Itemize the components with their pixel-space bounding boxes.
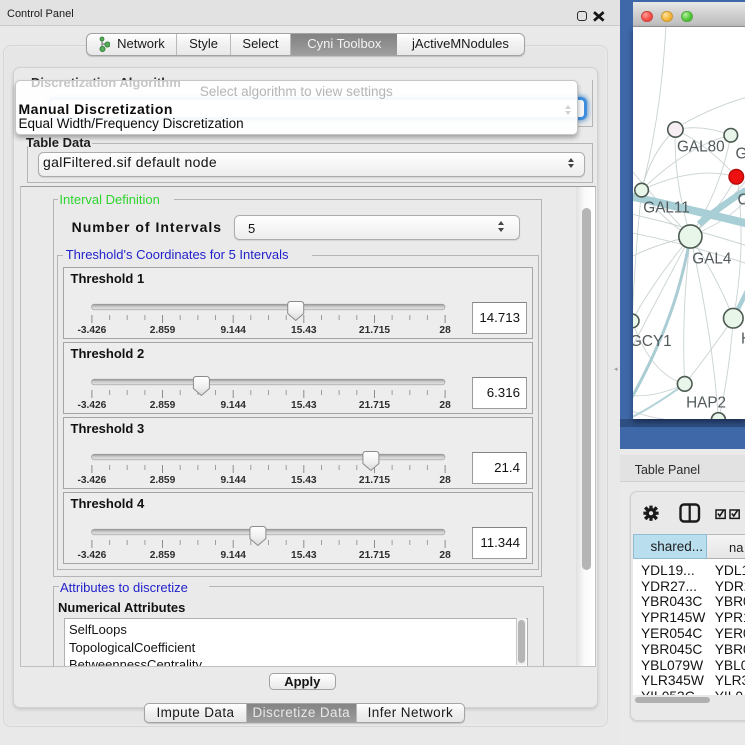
svg-text:15.43: 15.43 [291, 325, 317, 336]
svg-text:-3.426: -3.426 [77, 475, 106, 486]
svg-text:21.715: 21.715 [358, 325, 389, 336]
svg-text:-3.426: -3.426 [77, 325, 106, 336]
svg-text:2.859: 2.859 [149, 400, 175, 411]
svg-text:15.43: 15.43 [291, 400, 317, 411]
svg-text:9.144: 9.144 [220, 475, 246, 486]
svg-text:GCY1: GCY1 [633, 333, 672, 350]
svg-text:GAL80: GAL80 [677, 139, 725, 156]
svg-text:28: 28 [439, 550, 451, 561]
svg-text:HIS: HIS [741, 331, 745, 348]
svg-text:15.43: 15.43 [291, 475, 317, 486]
svg-text:9.144: 9.144 [220, 400, 246, 411]
svg-text:28: 28 [439, 475, 451, 486]
svg-text:-3.426: -3.426 [77, 550, 106, 561]
svg-text:15.43: 15.43 [291, 550, 317, 561]
svg-text:21.715: 21.715 [358, 475, 389, 486]
svg-text:GAL4: GAL4 [692, 251, 732, 268]
svg-text:HAP2: HAP2 [686, 395, 726, 412]
svg-text:28: 28 [439, 400, 451, 411]
svg-text:2.859: 2.859 [149, 550, 175, 561]
svg-text:28: 28 [439, 325, 451, 336]
svg-text:GAL11: GAL11 [643, 200, 690, 217]
svg-text:2.859: 2.859 [149, 325, 175, 336]
svg-text:9.144: 9.144 [220, 325, 246, 336]
svg-text:2.859: 2.859 [149, 475, 175, 486]
svg-text:9.144: 9.144 [220, 550, 246, 561]
svg-text:-3.426: -3.426 [77, 400, 106, 411]
svg-text:GA: GA [736, 146, 745, 163]
svg-text:21.715: 21.715 [358, 550, 389, 561]
svg-text:21.715: 21.715 [358, 400, 389, 411]
svg-text:CY: CY [738, 192, 745, 209]
